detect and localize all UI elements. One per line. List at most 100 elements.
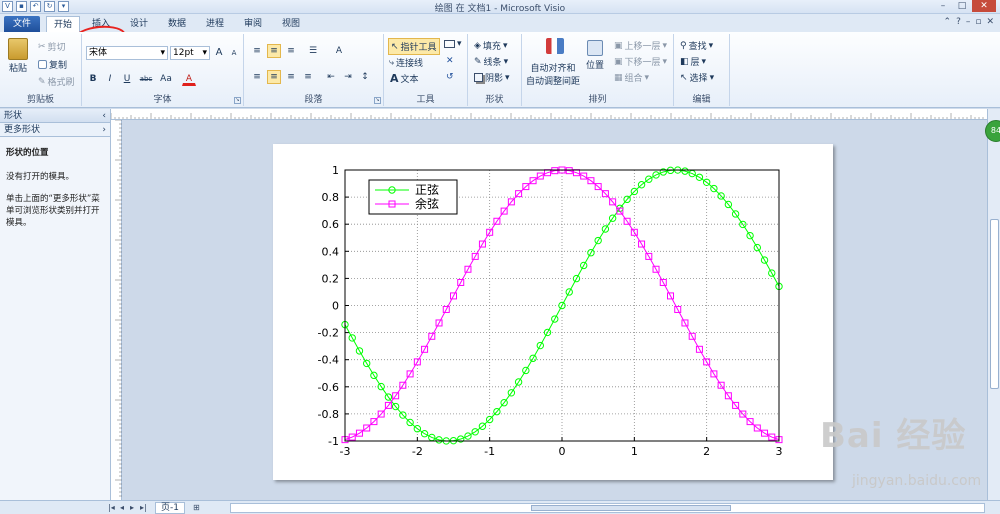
shape-group-label: 形状 bbox=[485, 95, 504, 105]
x-tick-label: -3 bbox=[340, 445, 351, 458]
status-bar: |◂ ◂ ▸ ▸| 页-1 ⊞ bbox=[0, 500, 1000, 514]
rectangle-tool-button[interactable]: ▾ bbox=[444, 39, 462, 49]
increase-indent-icon[interactable]: ⇥ bbox=[341, 70, 355, 84]
align-bottom-icon[interactable]: ≡ bbox=[284, 44, 298, 58]
strikethrough-button[interactable]: abc bbox=[137, 72, 155, 86]
cut-button[interactable]: ✂ 剪切 bbox=[38, 40, 66, 54]
drawing-page[interactable]: -3 -2 -1 0 1 2 3 -1 -0.8 -0.6 -0.4 -0.2 0 0.2 0.4 0.6 0… bbox=[273, 144, 833, 480]
shapes-location-title: 形状的位置 bbox=[6, 148, 49, 158]
send-backward-icon: ▣ bbox=[614, 56, 623, 67]
shadow-button[interactable]: 阴影 ▾ bbox=[474, 71, 510, 84]
group-button[interactable]: ▦ 组合 ▾ bbox=[614, 71, 649, 85]
pointer-tool-button[interactable]: ↖ 指针工具 bbox=[388, 38, 440, 55]
help-icon[interactable]: ? bbox=[956, 17, 961, 27]
maximize-icon[interactable]: □ bbox=[953, 0, 971, 12]
shapes-panel-title: 形状 bbox=[4, 111, 23, 121]
text-tool-button[interactable]: A 文本 bbox=[390, 72, 419, 85]
horizontal-scrollbar[interactable] bbox=[230, 503, 985, 513]
font-color-button[interactable]: A bbox=[182, 72, 196, 86]
shadow-label: 阴影 bbox=[485, 74, 504, 84]
close-icon[interactable]: ✕ bbox=[972, 0, 996, 12]
prev-page-icon[interactable]: ◂ bbox=[120, 503, 124, 512]
tab-process[interactable]: 进程 bbox=[198, 16, 232, 32]
status-badge[interactable]: 84 bbox=[985, 120, 1000, 142]
fill-button[interactable]: ◈ 填充 ▾ bbox=[474, 39, 507, 53]
align-right-icon[interactable]: ≡ bbox=[284, 70, 298, 84]
align-left-icon[interactable]: ≡ bbox=[250, 70, 264, 84]
paragraph-group-label: 段落 bbox=[304, 95, 323, 105]
last-page-icon[interactable]: ▸| bbox=[140, 503, 147, 512]
pointer-icon: ↖ bbox=[391, 41, 399, 52]
watermark-url: jingyan.baidu.com bbox=[852, 473, 982, 489]
bring-forward-label: 上移一层 bbox=[624, 42, 661, 52]
underline-button[interactable]: U bbox=[120, 72, 134, 86]
x-tick-label: 0 bbox=[559, 445, 566, 458]
decrease-indent-icon[interactable]: ⇤ bbox=[324, 70, 338, 84]
auto-align-button[interactable]: 自动对齐和 自动调整间距 bbox=[526, 64, 580, 88]
copy-button[interactable]: 复制 bbox=[38, 58, 67, 71]
font-size-select[interactable]: 12pt ▾ bbox=[170, 46, 210, 60]
y-tick-label: 0.2 bbox=[322, 272, 340, 285]
text-direction-icon[interactable]: A bbox=[332, 44, 346, 58]
shadow-icon bbox=[474, 73, 483, 82]
next-page-icon[interactable]: ▸ bbox=[130, 503, 134, 512]
layer-button[interactable]: ◧ 层 ▾ bbox=[680, 55, 706, 69]
bring-forward-button[interactable]: ▣ 上移一层 ▾ bbox=[614, 39, 667, 53]
doc-restore-icon[interactable]: ▫ bbox=[975, 17, 981, 27]
tab-view[interactable]: 视图 bbox=[274, 16, 308, 32]
align-middle-icon[interactable]: ≡ bbox=[267, 44, 281, 58]
insert-page-icon[interactable]: ⊞ bbox=[193, 503, 200, 512]
vertical-scrollbar[interactable] bbox=[987, 109, 1000, 500]
align-top-icon[interactable]: ≡ bbox=[250, 44, 264, 58]
tab-review[interactable]: 审阅 bbox=[236, 16, 270, 32]
page-tab[interactable]: 页-1 bbox=[155, 502, 185, 514]
ribbon-right-controls: ⌃ ? – ▫ ✕ bbox=[944, 17, 994, 27]
find-button[interactable]: ⚲ 查找 ▾ bbox=[680, 39, 713, 53]
align-center-icon[interactable]: ≡ bbox=[267, 70, 281, 84]
scroll-thumb[interactable] bbox=[990, 219, 999, 389]
x-tick-label: 2 bbox=[703, 445, 710, 458]
tab-home[interactable]: 开始 bbox=[46, 16, 80, 32]
select-button[interactable]: ↖ 选择 ▾ bbox=[680, 71, 714, 85]
paste-button[interactable]: 粘贴 bbox=[8, 38, 28, 74]
doc-minimize-icon[interactable]: – bbox=[966, 17, 971, 27]
connector-button[interactable]: ⤷ 连接线 bbox=[389, 56, 423, 70]
italic-button[interactable]: I bbox=[103, 72, 117, 86]
line-icon: ✎ bbox=[474, 56, 482, 67]
tab-file[interactable]: 文件 bbox=[4, 16, 40, 32]
send-backward-button[interactable]: ▣ 下移一层 ▾ bbox=[614, 55, 667, 69]
y-tick-label: -0.4 bbox=[318, 354, 339, 367]
format-painter-button[interactable]: ✎ 格式刷 bbox=[38, 75, 75, 89]
dialog-launcher-icon[interactable]: ↘ bbox=[374, 97, 381, 104]
rotate-icon[interactable]: ↺ bbox=[446, 72, 454, 82]
tab-data[interactable]: 数据 bbox=[160, 16, 194, 32]
arrange-group-label: 排列 bbox=[588, 95, 607, 105]
y-tick-label: 0.4 bbox=[322, 245, 340, 258]
justify-icon[interactable]: ≡ bbox=[301, 70, 315, 84]
window-title: 绘图 在 文档1 - Microsoft Visio bbox=[434, 4, 566, 14]
paragraph-spacing-icon[interactable]: ↕ bbox=[358, 70, 372, 84]
position-button[interactable]: 位置 bbox=[586, 40, 604, 71]
dialog-launcher-icon[interactable]: ↘ bbox=[234, 97, 241, 104]
first-page-icon[interactable]: |◂ bbox=[108, 503, 115, 512]
bold-button[interactable]: B bbox=[86, 72, 100, 86]
sine-cosine-chart[interactable]: -3 -2 -1 0 1 2 3 -1 -0.8 -0.6 -0.4 -0.2 0 0.2 0.4 0.6 0… bbox=[273, 144, 833, 480]
line-button[interactable]: ✎ 线条 ▾ bbox=[474, 55, 508, 69]
font-name-select[interactable]: 宋体 ▾ bbox=[86, 46, 168, 60]
shrink-font-button[interactable]: A bbox=[227, 46, 241, 60]
change-case-button[interactable]: Aa bbox=[157, 72, 175, 86]
bullets-icon[interactable]: ☰ bbox=[306, 44, 320, 58]
y-tick-label: 1 bbox=[332, 164, 339, 177]
more-shapes-label: 更多形状 bbox=[4, 125, 41, 135]
minimize-icon[interactable]: – bbox=[934, 0, 952, 12]
position-icon bbox=[587, 40, 603, 56]
tab-design[interactable]: 设计 bbox=[122, 16, 156, 32]
title-bar: V ▪ ↶ ↻ ▾ 绘图 在 文档1 - Microsoft Visio – □… bbox=[0, 0, 1000, 14]
more-shapes-menu[interactable]: 更多形状 › bbox=[0, 123, 110, 137]
grow-font-button[interactable]: A bbox=[212, 46, 226, 60]
collapse-icon[interactable]: ‹ bbox=[102, 109, 106, 123]
ribbon-minimize-icon[interactable]: ⌃ bbox=[944, 17, 952, 27]
connection-point-icon[interactable]: ✕ bbox=[446, 56, 454, 66]
doc-close-icon[interactable]: ✕ bbox=[986, 17, 994, 27]
horizontal-scroll-thumb[interactable] bbox=[531, 505, 731, 511]
